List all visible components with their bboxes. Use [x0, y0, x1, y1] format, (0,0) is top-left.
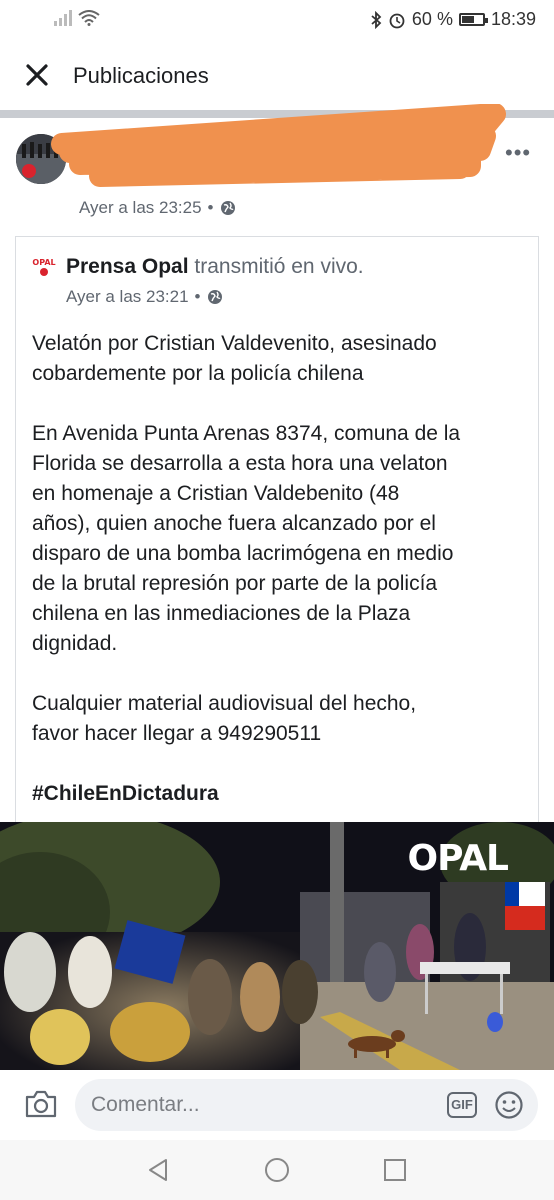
bluetooth-icon [371, 10, 382, 29]
shared-timestamp[interactable]: Ayer a las 23:21 [66, 287, 189, 307]
back-icon[interactable] [147, 1158, 169, 1182]
post-meta: Ayer a las 23:25 • [79, 198, 236, 218]
redaction-scribble [51, 104, 506, 187]
comment-placeholder: Comentar... [91, 1093, 200, 1116]
post-paragraph: Velatón por Cristian Valdevenito, asesin… [32, 332, 437, 385]
comment-bar: Comentar... GIF [0, 1070, 554, 1140]
opal-logo-icon: OPAL [32, 254, 56, 278]
status-bar: 60 % 18:39 [0, 0, 554, 40]
globe-icon [220, 201, 235, 215]
battery-icon [458, 13, 488, 26]
emoji-icon[interactable] [494, 1090, 524, 1120]
svg-text:OPAL: OPAL [32, 258, 55, 267]
camera-icon[interactable] [24, 1089, 58, 1119]
shared-post-card[interactable]: OPAL Prensa Opal transmitió en vivo. Aye… [15, 236, 539, 826]
status-right: 60 % 18:39 [370, 9, 536, 30]
post-paragraph: En Avenida Punta Arenas 8374, comuna de … [32, 422, 461, 655]
meta-dot: • [194, 287, 201, 306]
wifi-icon [78, 10, 100, 26]
post-body: Velatón por Cristian Valdevenito, asesin… [32, 329, 532, 839]
post-paragraph: Cualquier material audiovisual del hecho… [32, 692, 417, 745]
alarm-icon [389, 13, 405, 28]
close-icon[interactable] [22, 60, 52, 90]
shared-meta: Ayer a las 23:21 • [66, 287, 223, 307]
battery-percent: 60 % [411, 9, 453, 29]
live-action-text: transmitió en vivo. [188, 255, 364, 278]
hashtag-link[interactable]: #ChileEnDictadura [32, 779, 532, 809]
more-options-icon[interactable]: ••• [505, 140, 531, 166]
live-video-player[interactable]: OPAL [0, 822, 554, 1070]
gif-button[interactable]: GIF [447, 1092, 477, 1118]
clock: 18:39 [490, 9, 536, 29]
page-title: Publicaciones [73, 63, 209, 88]
app-header: Publicaciones [0, 40, 554, 110]
page-name-link[interactable]: Prensa Opal [66, 255, 189, 278]
meta-dot: • [207, 198, 214, 217]
signal-icon [54, 10, 72, 26]
comment-input[interactable]: Comentar... GIF [75, 1079, 538, 1131]
globe-icon [207, 290, 222, 304]
recent-apps-icon[interactable] [383, 1158, 407, 1182]
shared-header: Prensa Opal transmitió en vivo. [66, 255, 364, 279]
status-left [54, 10, 100, 26]
home-icon[interactable] [264, 1157, 290, 1183]
video-watermark: OPAL [407, 838, 509, 879]
post-timestamp[interactable]: Ayer a las 23:25 [79, 198, 202, 218]
system-nav-bar [0, 1140, 554, 1200]
